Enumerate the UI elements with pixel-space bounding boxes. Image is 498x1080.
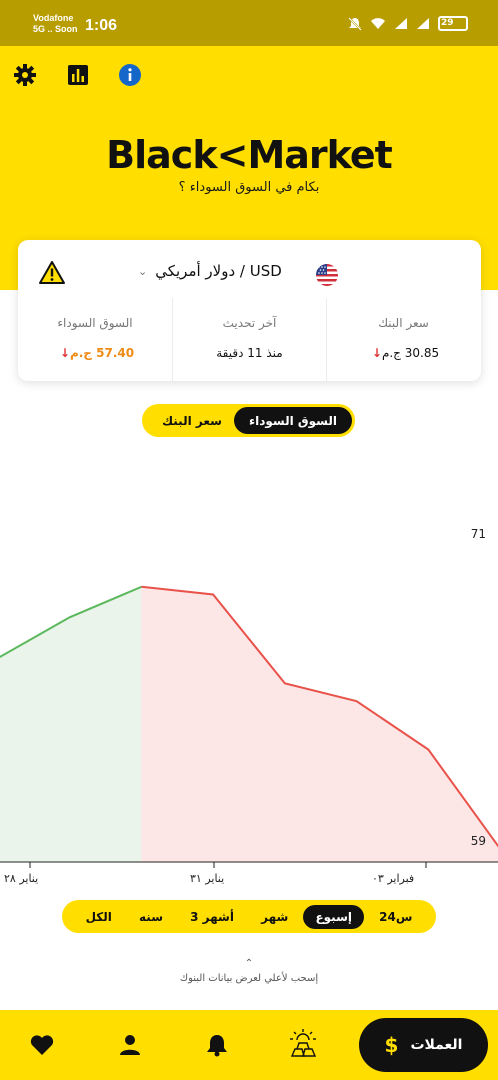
status-time: 1:06	[85, 17, 118, 34]
carrier-name: Vodafone	[33, 13, 74, 23]
user-icon[interactable]	[117, 1032, 143, 1058]
bank-rate: سعر البنك 30.85 ج.م↓	[326, 298, 480, 381]
logo-text-black: Black	[106, 133, 217, 177]
currency-card-header: ⌄ دولار أمريكي / USD	[18, 240, 481, 298]
bank-rate-value-wrap: 30.85 ج.م↓	[327, 346, 480, 360]
last-update-value: منذ 11 دقيقة	[216, 346, 283, 360]
mute-icon	[348, 16, 362, 31]
black-market-value: 57.40 ج.م	[69, 346, 135, 360]
logo-mark: <	[216, 133, 249, 177]
network-type: 5G .. Soon	[33, 24, 78, 34]
rise-area	[0, 586, 142, 862]
period-selector: 24س إسبوع شهر 3 أشهر سنه الكل	[62, 900, 436, 933]
dollar-icon: $	[384, 1033, 399, 1057]
bottom-nav: $ العملات	[0, 1010, 498, 1080]
toggle-black-market[interactable]: السوق السوداء	[234, 407, 352, 434]
y-tick-label: 71	[470, 527, 486, 541]
app-root: Vodafone 5G .. Soon 1:06 29 Black<Market…	[0, 0, 498, 1080]
carrier-info: Vodafone 5G .. Soon	[33, 13, 78, 35]
bar-chart-icon[interactable]	[65, 62, 91, 88]
signal-icon	[394, 17, 408, 30]
status-icons: 29	[348, 16, 468, 31]
logo-text-market: Market	[247, 133, 392, 177]
period-month[interactable]: شهر	[249, 905, 300, 929]
chart-svg	[0, 585, 498, 868]
arrow-down-icon: ↓	[371, 346, 382, 360]
bank-rate-value: 30.85 ج.م	[381, 346, 440, 360]
status-bar: Vodafone 5G .. Soon 1:06 29	[0, 0, 498, 46]
x-tick-label: يناير ٢٨	[4, 872, 39, 885]
toggle-bank-rate[interactable]: سعر البنك	[152, 407, 232, 434]
gold-icon[interactable]	[288, 1028, 318, 1058]
currency-selector[interactable]: ⌄ دولار أمريكي / USD	[138, 262, 282, 280]
market-toggle: السوق السوداء سعر البنك	[142, 404, 355, 437]
battery-level: 29	[441, 18, 454, 28]
heart-icon[interactable]	[29, 1032, 55, 1058]
black-market-label: السوق السوداء	[57, 316, 133, 330]
period-all[interactable]: الكل	[74, 905, 124, 929]
rates-row: السوق السوداء 57.40 ج.م↓ آخر تحديث منذ 1…	[18, 298, 481, 381]
currency-name: دولار أمريكي / USD	[155, 262, 282, 280]
price-chart: 71 59 يناير ٢٨ يناير ٣١ فبراير ٠٣	[0, 480, 498, 900]
tagline: بكام في السوق السوداء ؟	[178, 180, 320, 195]
last-update-label: آخر تحديث	[222, 316, 277, 330]
swipe-hint[interactable]: ⌃ إسحب لأعلي لعرض بيانات البنوك	[0, 958, 498, 984]
signal-icon-2	[416, 17, 430, 30]
wifi-icon	[370, 17, 386, 30]
period-24h[interactable]: 24س	[367, 905, 424, 929]
gear-icon[interactable]	[12, 62, 38, 88]
app-logo: Black<Market	[0, 133, 498, 177]
x-tick-label: فبراير ٠٣	[372, 872, 415, 885]
period-year[interactable]: سنه	[127, 905, 175, 929]
fall-area	[141, 586, 498, 862]
last-update: آخر تحديث منذ 11 دقيقة	[172, 298, 326, 381]
currencies-nav-button[interactable]: $ العملات	[359, 1018, 488, 1072]
currency-card: ⌄ دولار أمريكي / USD السوق السوداء 57.40…	[18, 240, 481, 381]
us-flag-icon	[316, 264, 338, 286]
bank-rate-label: سعر البنك	[378, 316, 429, 330]
arrow-down-icon: ↓	[59, 346, 70, 360]
currencies-label: العملات	[410, 1037, 463, 1053]
black-market-value-wrap: 57.40 ج.م↓	[18, 346, 172, 360]
period-3-months[interactable]: 3 أشهر	[178, 905, 246, 929]
info-icon[interactable]	[117, 62, 143, 88]
chevron-down-icon: ⌄	[138, 264, 148, 278]
bell-icon[interactable]	[204, 1032, 230, 1058]
warning-icon[interactable]	[38, 260, 66, 289]
period-week[interactable]: إسبوع	[303, 904, 364, 929]
y-tick-label: 59	[470, 834, 486, 848]
x-tick-label: يناير ٣١	[190, 872, 225, 885]
swipe-hint-text: إسحب لأعلي لعرض بيانات البنوك	[179, 973, 319, 984]
battery-icon: 29	[438, 16, 468, 31]
chevron-up-icon: ⌃	[244, 958, 254, 969]
black-market-rate: السوق السوداء 57.40 ج.م↓	[18, 298, 172, 381]
